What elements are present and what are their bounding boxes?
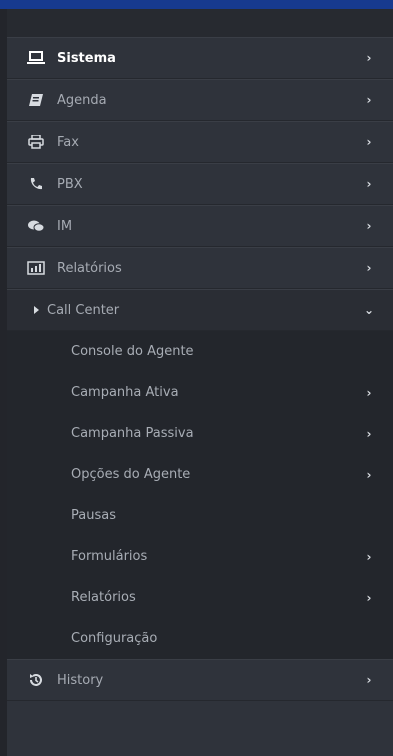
sidebar-item-fax[interactable]: Fax ›	[7, 121, 393, 163]
phone-icon	[25, 177, 47, 191]
chevron-right-icon: ›	[366, 93, 372, 107]
chevron-right-icon: ›	[366, 385, 372, 400]
submenu-item-label: Configuração	[71, 631, 158, 646]
submenu-item-pausas[interactable]: Pausas	[7, 495, 393, 536]
sidebar-item-label: Fax	[57, 134, 79, 150]
sidebar-item-relatorios[interactable]: Relatórios ›	[7, 247, 393, 289]
sidebar-item-label: Agenda	[57, 92, 107, 108]
printer-icon	[25, 135, 47, 149]
call-center-submenu: Console do Agente Campanha Ativa › Campa…	[7, 331, 393, 659]
submenu-item-label: Relatórios	[71, 590, 136, 605]
sidebar-item-label: PBX	[57, 176, 83, 192]
sidebar-nav: Sistema › Agenda › Fax › PBX › IM › Rela…	[7, 9, 393, 756]
submenu-item-campanha-passiva[interactable]: Campanha Passiva ›	[7, 413, 393, 454]
chevron-right-icon: ›	[366, 177, 372, 191]
chevron-right-icon: ›	[366, 261, 372, 275]
submenu-item-console-do-agente[interactable]: Console do Agente	[7, 331, 393, 372]
chevron-right-icon: ›	[366, 51, 372, 65]
laptop-icon	[25, 51, 47, 65]
sidebar-item-pbx[interactable]: PBX ›	[7, 163, 393, 205]
sidebar-item-label: Sistema	[57, 50, 116, 66]
sidebar-menu-bottom: History ›	[7, 659, 393, 701]
chevron-right-icon: ›	[366, 426, 372, 441]
left-edge-strip	[0, 9, 7, 756]
chevron-right-icon: ›	[366, 590, 372, 605]
submenu-item-label: Pausas	[71, 508, 116, 523]
submenu-item-relatorios[interactable]: Relatórios ›	[7, 577, 393, 618]
report-chart-icon	[25, 261, 47, 275]
sidebar-item-label: History	[57, 672, 104, 688]
chevron-right-icon: ›	[366, 135, 372, 149]
sidebar-item-call-center[interactable]: Call Center ⌄	[7, 289, 393, 331]
submenu-item-label: Campanha Passiva	[71, 426, 194, 441]
history-icon	[25, 672, 47, 688]
chat-bubbles-icon	[25, 219, 47, 233]
chevron-right-icon: ›	[366, 467, 372, 482]
sidebar-item-im[interactable]: IM ›	[7, 205, 393, 247]
sidebar-item-history[interactable]: History ›	[7, 659, 393, 701]
sidebar-item-sistema[interactable]: Sistema ›	[7, 37, 393, 79]
sidebar-item-agenda[interactable]: Agenda ›	[7, 79, 393, 121]
submenu-item-opcoes-do-agente[interactable]: Opções do Agente ›	[7, 454, 393, 495]
sidebar-header	[7, 9, 393, 37]
top-header-bar	[0, 0, 393, 9]
submenu-item-campanha-ativa[interactable]: Campanha Ativa ›	[7, 372, 393, 413]
submenu-item-label: Opções do Agente	[71, 467, 191, 482]
caret-right-icon	[25, 306, 47, 314]
submenu-item-formularios[interactable]: Formulários ›	[7, 536, 393, 577]
submenu-item-label: Console do Agente	[71, 344, 194, 359]
sidebar-menu: Sistema › Agenda › Fax › PBX › IM › Rela…	[7, 37, 393, 331]
chevron-right-icon: ›	[366, 219, 372, 233]
chevron-right-icon: ›	[366, 673, 372, 687]
submenu-item-label: Campanha Ativa	[71, 385, 179, 400]
sidebar-item-label: Call Center	[47, 302, 120, 318]
sidebar-item-label: Relatórios	[57, 260, 122, 276]
submenu-item-label: Formulários	[71, 549, 148, 564]
agenda-book-icon	[25, 93, 47, 107]
submenu-item-configuracao[interactable]: Configuração	[7, 618, 393, 659]
chevron-right-icon: ›	[366, 549, 372, 564]
chevron-down-icon: ⌄	[363, 303, 375, 317]
sidebar-item-label: IM	[57, 218, 73, 234]
